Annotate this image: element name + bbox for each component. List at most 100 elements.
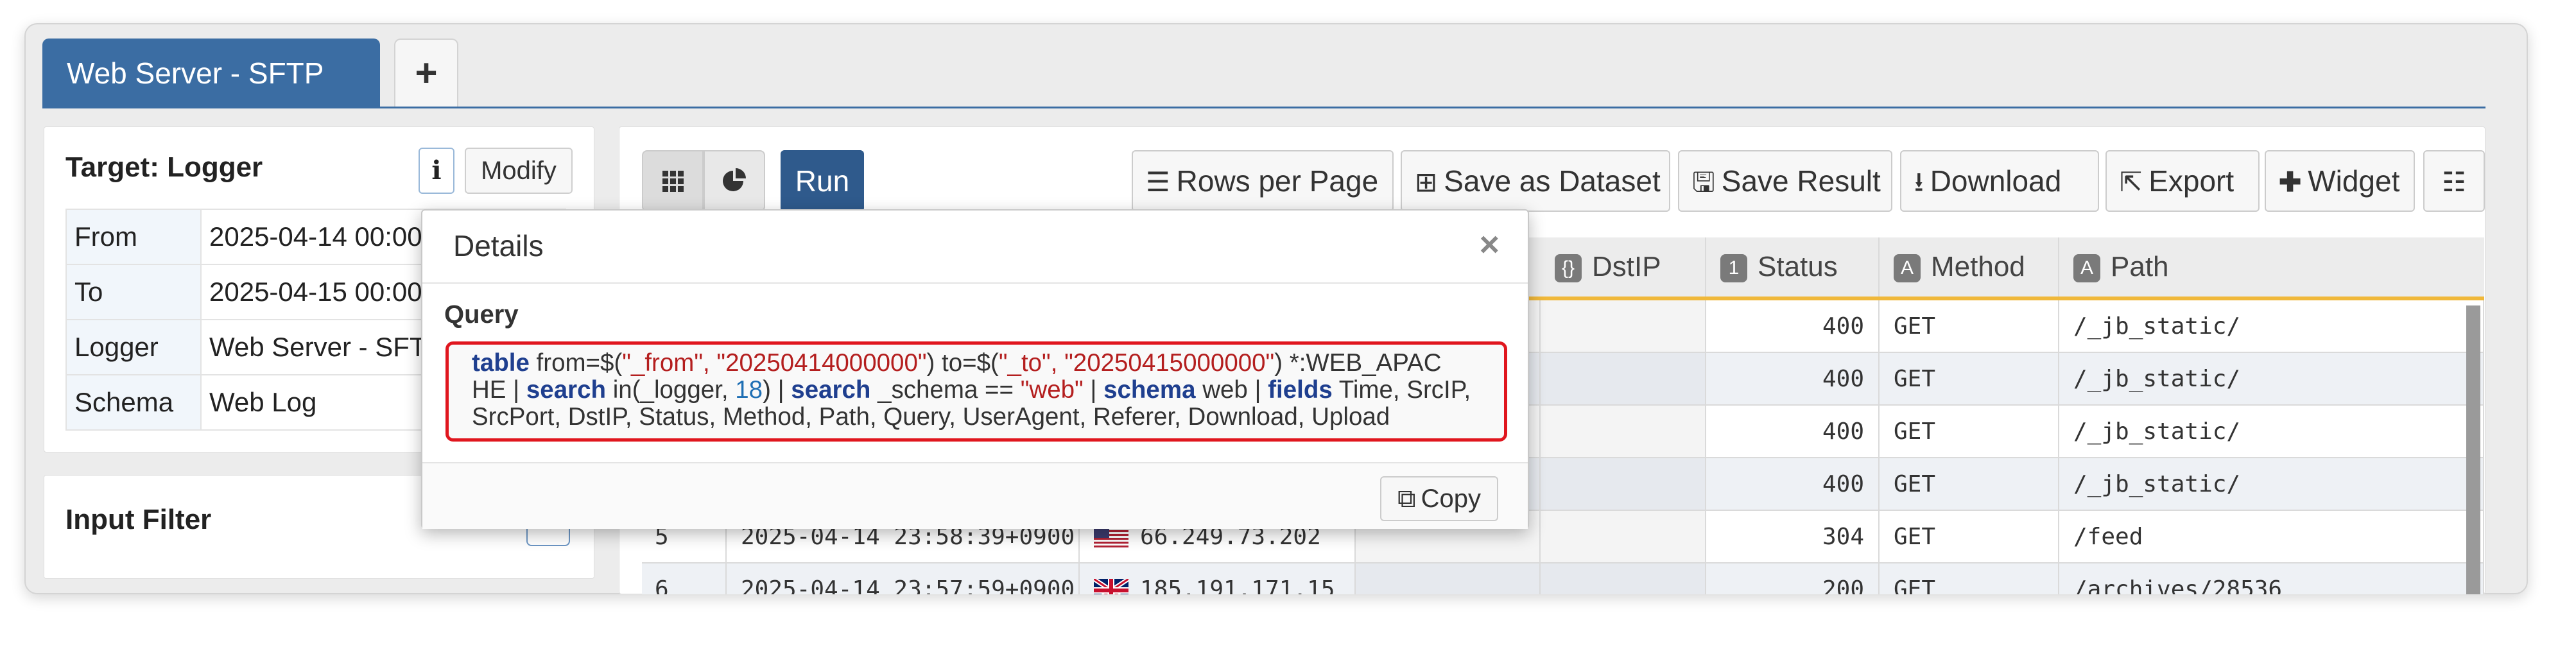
query-text[interactable]: table from=$("_from", "20250414000000") … xyxy=(445,341,1507,442)
query-keyword: schema xyxy=(1103,376,1196,404)
table-cell-status: 400 xyxy=(1706,406,1880,458)
query-fragment: ) *:WEB_APAC xyxy=(1274,349,1442,377)
widget-button[interactable]: ✚ Widget xyxy=(2265,150,2415,212)
us-flag-icon xyxy=(1094,526,1128,549)
column-settings-button[interactable]: ☷ xyxy=(2423,150,2485,212)
info-button[interactable]: i xyxy=(419,148,454,194)
table-cell-method: GET xyxy=(1880,353,2059,406)
input-filter-title: Input Filter xyxy=(65,504,212,535)
copy-button[interactable]: ⧉ Copy xyxy=(1380,476,1498,521)
query-fragment: in(_logger, xyxy=(606,376,736,404)
query-fragment: Time, SrcIP, xyxy=(1332,376,1471,404)
save-result-button[interactable]: 🖫 Save Result xyxy=(1678,150,1892,212)
target-title: Target: Logger xyxy=(65,151,263,183)
column-header-path[interactable]: A Path xyxy=(2059,237,2484,297)
export-label: Export xyxy=(2148,164,2235,198)
column-header-dstip[interactable]: {} DstIP xyxy=(1541,237,1706,297)
table-cell-status: 400 xyxy=(1706,300,1880,353)
query-fragment: from=$( xyxy=(529,349,623,377)
query-string: "_from", "20250414000000" xyxy=(622,349,927,377)
rows-per-page-label: Rows per Page xyxy=(1176,164,1379,198)
close-icon[interactable]: × xyxy=(1479,225,1500,264)
query-keyword: search xyxy=(791,376,871,404)
grid-view-button[interactable] xyxy=(642,150,704,212)
modal-title: Details xyxy=(453,229,544,262)
table-cell-time: 2025-04-14 23:57:59+0900 xyxy=(727,563,1080,594)
save-result-label: Save Result xyxy=(1721,164,1881,198)
details-modal: Details × Query table from=$("_from", "2… xyxy=(421,209,1529,529)
table-cell-dstip xyxy=(1541,300,1706,353)
widget-label: Widget xyxy=(2308,164,2400,198)
table-cell-path: /_jb_static/ xyxy=(2059,406,2484,458)
modify-button[interactable]: Modify xyxy=(465,148,573,194)
query-string: "_to", "20250415000000" xyxy=(998,349,1275,377)
table-cell-dstip xyxy=(1541,563,1706,594)
export-button[interactable]: ⇱ Export xyxy=(2105,150,2260,212)
query-label: Query xyxy=(444,300,519,329)
grid-scrollbar[interactable] xyxy=(2466,305,2480,594)
column-header-status[interactable]: 1 Status xyxy=(1706,237,1880,297)
table-cell-path: /_jb_static/ xyxy=(2059,300,2484,353)
string-type-badge: A xyxy=(2073,254,2100,283)
target-key: From xyxy=(65,209,202,265)
column-header-method[interactable]: A Method xyxy=(1880,237,2059,297)
save-as-dataset-button[interactable]: ⊞ Save as Dataset xyxy=(1401,150,1670,212)
save-icon: 🖫 xyxy=(1692,167,1715,197)
column-label: Path xyxy=(2111,251,2169,282)
table-cell-path: /_jb_static/ xyxy=(2059,458,2484,511)
target-key: To xyxy=(65,264,202,320)
table-cell-srcip: 185.191.171.15 xyxy=(1080,563,1356,594)
query-keyword: search xyxy=(526,376,607,404)
query-fragment: | xyxy=(1083,376,1104,404)
table-cell-num: 6 xyxy=(642,563,727,594)
table-cell-blank xyxy=(1356,563,1541,594)
download-button[interactable]: ⭳ Download xyxy=(1900,150,2099,212)
query-fragment: ) to=$( xyxy=(926,349,999,377)
modal-footer: ⧉ Copy xyxy=(422,462,1528,529)
table-cell-method: GET xyxy=(1880,406,2059,458)
query-number: 18 xyxy=(735,376,763,404)
table-cell-method: GET xyxy=(1880,511,2059,563)
table-cell-method: GET xyxy=(1880,563,2059,594)
table-cell-path: /feed xyxy=(2059,511,2484,563)
query-fragment: web | xyxy=(1195,376,1268,404)
query-fragment: HE | xyxy=(472,376,526,404)
table-cell-status: 400 xyxy=(1706,353,1880,406)
copy-label: Copy xyxy=(1421,485,1481,513)
srcip-value: 185.191.171.15 xyxy=(1140,576,1335,594)
table-cell-path: /_jb_static/ xyxy=(2059,353,2484,406)
table-cell-method: GET xyxy=(1880,458,2059,511)
chart-view-button[interactable] xyxy=(704,150,765,212)
rows-per-page-button[interactable]: ☰ Rows per Page xyxy=(1132,150,1394,212)
copy-icon: ⧉ xyxy=(1397,485,1416,513)
run-button[interactable]: Run xyxy=(781,150,864,212)
download-icon: ⭳ xyxy=(1914,167,1924,197)
table-cell-dstip xyxy=(1541,511,1706,563)
plus-square-icon: ⊞ xyxy=(1415,167,1438,197)
query-keyword: table xyxy=(472,349,530,377)
query-fragment: _schema == xyxy=(870,376,1021,404)
plus-icon: ✚ xyxy=(2279,167,2302,197)
query-fragment: SrcPort, DstIP, Status, Method, Path, Qu… xyxy=(472,403,1390,431)
table-row[interactable]: 6 2025-04-14 23:57:59+0900 185.191.171.15 2… xyxy=(642,563,2484,594)
pie-chart-icon xyxy=(723,168,746,191)
table-cell-status: 304 xyxy=(1706,511,1880,563)
table-cell-dstip xyxy=(1541,458,1706,511)
columns-icon: ☷ xyxy=(2442,167,2466,197)
grid-icon xyxy=(662,171,684,192)
number-type-badge: 1 xyxy=(1720,254,1747,283)
table-cell-status: 400 xyxy=(1706,458,1880,511)
tab-underline xyxy=(42,107,2485,108)
uk-flag-icon xyxy=(1094,579,1128,594)
add-tab-button[interactable]: + xyxy=(394,39,458,108)
target-key: Schema xyxy=(65,374,202,431)
list-icon: ☰ xyxy=(1146,167,1170,197)
string-type-badge: A xyxy=(1894,254,1921,283)
save-as-dataset-label: Save as Dataset xyxy=(1444,164,1661,198)
table-cell-dstip xyxy=(1541,406,1706,458)
query-string: "web" xyxy=(1020,376,1084,404)
table-cell-method: GET xyxy=(1880,300,2059,353)
target-key: Logger xyxy=(65,319,202,375)
tab-web-server-sftp[interactable]: Web Server - SFTP xyxy=(42,39,380,108)
export-icon: ⇱ xyxy=(2120,167,2143,197)
